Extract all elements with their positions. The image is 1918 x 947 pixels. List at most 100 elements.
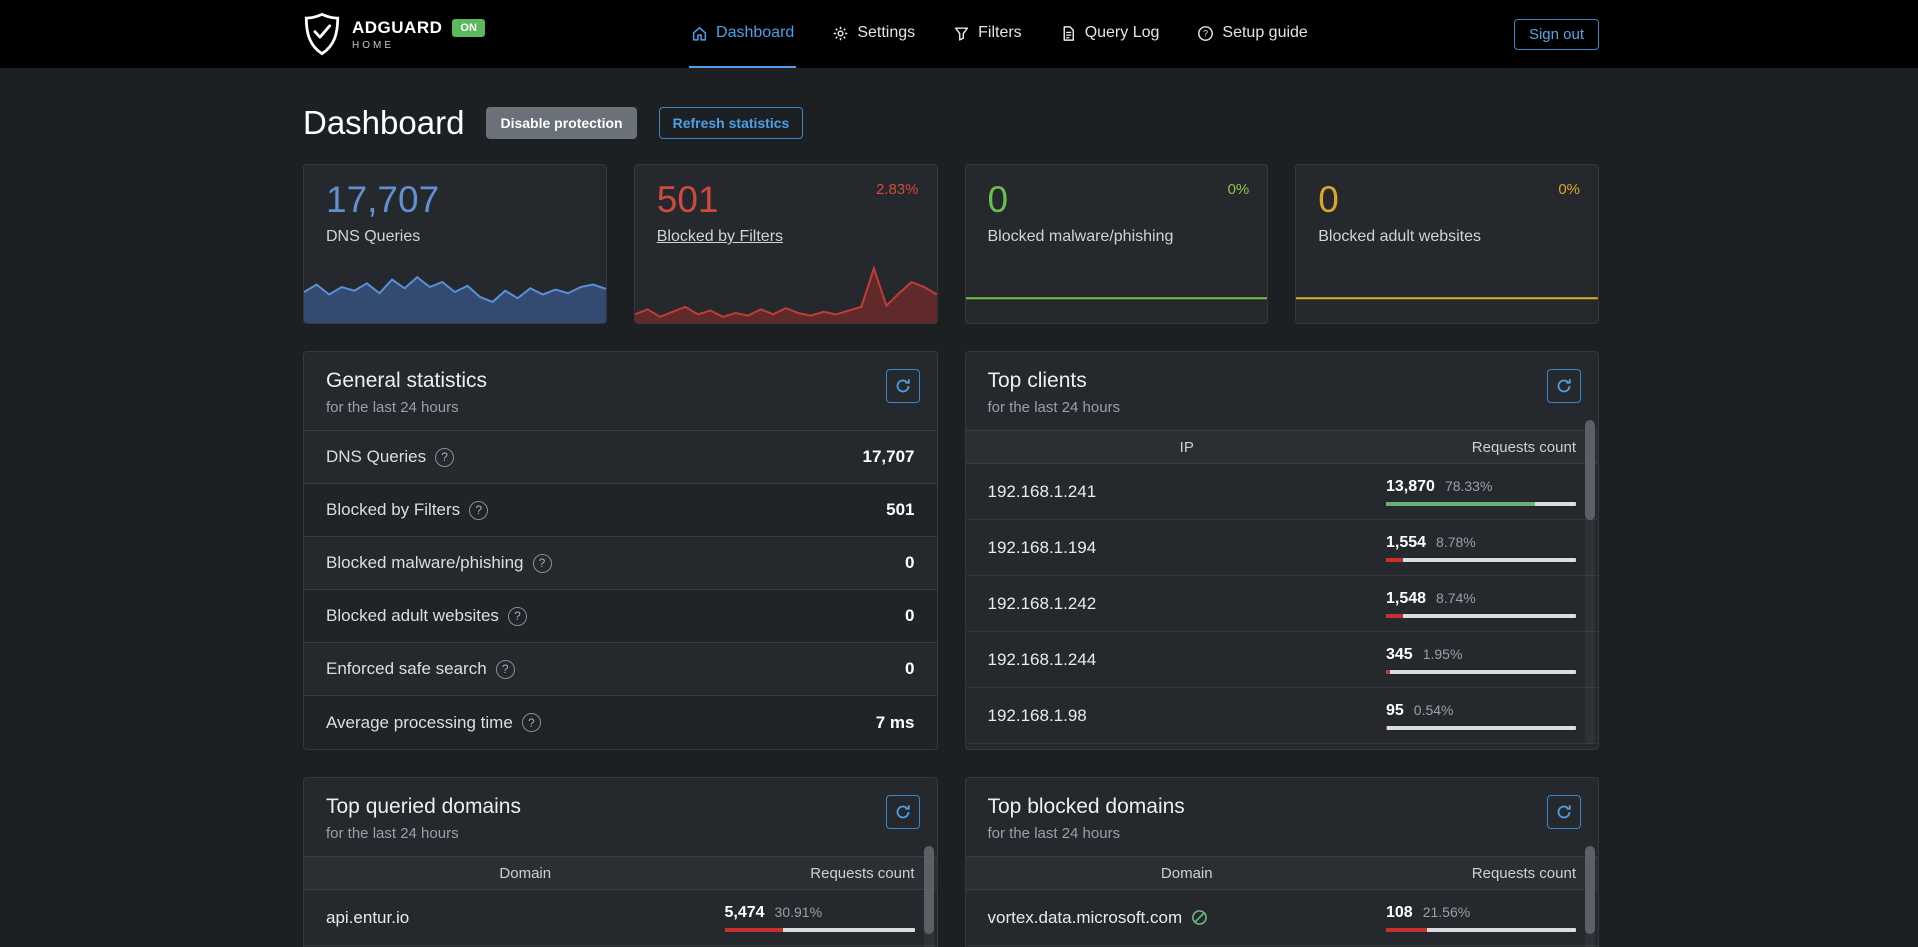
request-percent: 1.95% [1423, 646, 1463, 662]
blocked-adult-card: 0 Blocked adult websites 0% [1295, 164, 1599, 324]
blocked-malware-label: Blocked malware/phishing [966, 221, 1174, 246]
stat-cards: 17,707 DNS Queries 501 Blocked by Filter… [303, 164, 1599, 324]
scrollbar-thumb[interactable] [924, 846, 934, 934]
request-count: 95 [1386, 702, 1404, 720]
progress-bar [1386, 558, 1576, 562]
help-icon[interactable]: ? [435, 448, 454, 467]
table-header: Domain Requests count [966, 856, 1599, 890]
stat-row: Blocked adult websites? 0 [304, 590, 937, 643]
scrollbar-track [1585, 846, 1595, 947]
client-ip[interactable]: 192.168.1.98 [988, 706, 1387, 726]
brand[interactable]: ADGUARD ON HOME [303, 12, 485, 56]
request-percent: 21.56% [1423, 904, 1470, 920]
help-icon[interactable]: ? [469, 501, 488, 520]
sign-out-button[interactable]: Sign out [1514, 19, 1599, 50]
stat-value: 501 [886, 500, 914, 520]
client-ip[interactable]: 192.168.1.242 [988, 594, 1387, 614]
top-clients-table: 192.168.1.241 13,87078.33% 192.168.1.194… [966, 464, 1599, 744]
card-title: Top clients [988, 369, 1577, 393]
request-percent: 0.54% [1414, 702, 1454, 718]
dashboard-icon [691, 25, 708, 42]
protection-status-badge: ON [452, 19, 485, 37]
table-row: api.entur.io 5,474 30.91% [304, 890, 937, 946]
scrollbar-thumb[interactable] [1585, 846, 1595, 934]
help-icon[interactable]: ? [522, 713, 541, 732]
request-count: 345 [1386, 646, 1413, 664]
stat-label: Blocked by Filters [326, 500, 460, 520]
top-clients-card: Top clients for the last 24 hours IP Req… [965, 351, 1600, 750]
column-header-requests: Requests count [725, 865, 915, 882]
stat-value: 0 [905, 553, 914, 573]
card-title: General statistics [326, 369, 915, 393]
refresh-button[interactable] [886, 795, 920, 829]
progress-bar [1386, 726, 1576, 730]
scrollbar-thumb[interactable] [1585, 420, 1595, 520]
blocked-adult-sparkline [1296, 261, 1598, 323]
tab-filters[interactable]: Filters [951, 0, 1024, 68]
dns-queries-sparkline [304, 261, 606, 323]
brand-name: ADGUARD [352, 18, 442, 38]
setup-guide-icon: ? [1197, 25, 1214, 42]
domain[interactable]: vortex.data.microsoft.com [988, 908, 1183, 928]
gear-icon [832, 25, 849, 42]
nav-item-label: Query Log [1085, 24, 1160, 42]
blocked-adult-value: 0 [1296, 165, 1598, 221]
navbar: ADGUARD ON HOME Dashboard [0, 0, 1918, 68]
blocked-malware-value: 0 [966, 165, 1268, 221]
blocked-malware-percent: 0% [1228, 181, 1250, 198]
card-subtitle: for the last 24 hours [988, 825, 1577, 842]
stat-row: Enforced safe search? 0 [304, 643, 937, 696]
top-blocked-domains-table: vortex.data.microsoft.com 108 21.56% [966, 890, 1599, 946]
progress-bar [1386, 614, 1576, 618]
column-header-domain: Domain [326, 865, 725, 882]
tab-query-log[interactable]: Query Log [1058, 0, 1162, 68]
stat-row: Average processing time? 7 ms [304, 696, 937, 749]
page: ADGUARD ON HOME Dashboard [0, 0, 1918, 947]
request-count: 108 [1386, 904, 1413, 922]
request-count: 5,474 [725, 904, 765, 922]
dns-queries-card: 17,707 DNS Queries [303, 164, 607, 324]
request-count: 13,870 [1386, 478, 1435, 496]
table-row: 192.168.1.194 1,5548.78% [966, 520, 1599, 576]
dns-queries-value: 17,707 [304, 165, 606, 221]
card-title: Top queried domains [326, 795, 915, 819]
stat-row: Blocked by Filters? 501 [304, 484, 937, 537]
page-title: Dashboard [303, 104, 464, 142]
refresh-icon [1556, 804, 1572, 820]
refresh-button[interactable] [1547, 795, 1581, 829]
tab-settings[interactable]: Settings [830, 0, 917, 68]
column-header-requests: Requests count [1386, 865, 1576, 882]
client-ip[interactable]: 192.168.1.244 [988, 650, 1387, 670]
help-icon[interactable]: ? [508, 607, 527, 626]
stat-value: 7 ms [876, 713, 915, 733]
stat-label: Average processing time [326, 713, 513, 733]
request-percent: 30.91% [775, 904, 822, 920]
dns-queries-label: DNS Queries [304, 221, 420, 246]
help-icon[interactable]: ? [533, 554, 552, 573]
client-ip[interactable]: 192.168.1.241 [988, 482, 1387, 502]
domain[interactable]: api.entur.io [326, 908, 725, 928]
top-queried-domains-card: Top queried domains for the last 24 hour… [303, 777, 938, 947]
column-header-requests: Requests count [1386, 439, 1576, 456]
client-ip[interactable]: 192.168.1.194 [988, 538, 1387, 558]
tab-dashboard[interactable]: Dashboard [689, 0, 796, 68]
refresh-statistics-button[interactable]: Refresh statistics [659, 107, 804, 139]
help-icon[interactable]: ? [496, 660, 515, 679]
refresh-button[interactable] [886, 369, 920, 403]
tab-setup-guide[interactable]: ? Setup guide [1195, 0, 1309, 68]
column-header-ip: IP [988, 439, 1387, 456]
stat-label: Enforced safe search [326, 659, 487, 679]
progress-bar [1386, 928, 1576, 932]
card-subtitle: for the last 24 hours [326, 825, 915, 842]
progress-bar [725, 928, 915, 932]
refresh-button[interactable] [1547, 369, 1581, 403]
table-row: 192.168.1.241 13,87078.33% [966, 464, 1599, 520]
request-count: 1,554 [1386, 534, 1426, 552]
disable-protection-button[interactable]: Disable protection [486, 107, 636, 139]
blocked-by-filters-link[interactable]: Blocked by Filters [657, 221, 783, 246]
table-row: vortex.data.microsoft.com 108 21.56% [966, 890, 1599, 946]
nav-menu: Dashboard Settings Filters [485, 0, 1514, 68]
card-subtitle: for the last 24 hours [988, 399, 1577, 416]
stat-value: 0 [905, 659, 914, 679]
progress-bar [1386, 502, 1576, 506]
